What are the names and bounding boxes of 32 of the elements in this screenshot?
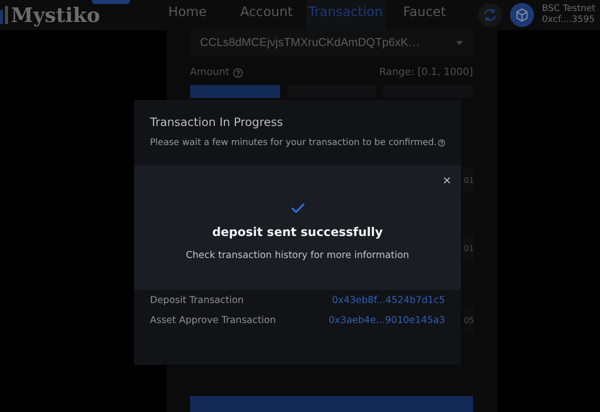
- range-text: Range: [0.1, 1000]: [379, 67, 473, 78]
- nav-tab[interactable]: Faucet: [385, 0, 464, 30]
- dialog-message: Please wait a few minutes for your transaction to be confirmed.: [150, 138, 437, 148]
- refresh-icon[interactable]: [478, 3, 502, 27]
- submit-button[interactable]: [190, 396, 473, 412]
- check-icon: [290, 203, 304, 213]
- nav-tab[interactable]: Transaction: [306, 0, 385, 30]
- dialog-title: Transaction In Progress: [150, 115, 284, 129]
- network-name: BSC Testnet: [542, 4, 596, 15]
- input-field[interactable]: 01: [463, 235, 474, 261]
- cube-icon[interactable]: [510, 3, 534, 27]
- caret-icon: [456, 41, 463, 45]
- toast-title: deposit sent successfully: [212, 225, 383, 239]
- input-field[interactable]: 05: [463, 307, 474, 333]
- transaction-link[interactable]: 0x43eb8f...4524b7d1c5: [332, 295, 445, 306]
- row-label: Asset Approve Transaction: [150, 315, 276, 326]
- nav-tab[interactable]: Home: [148, 0, 227, 30]
- nav-tab[interactable]: Account: [227, 0, 306, 30]
- toast-message: Check transaction history for more information: [186, 250, 410, 261]
- help-icon: [233, 68, 244, 78]
- token-select[interactable]: CCLs8dMCEjvjsTMXruCKdAmDQTp6xK…: [190, 30, 473, 56]
- amount-option[interactable]: [190, 85, 280, 98]
- amount-label: Amount: [190, 67, 230, 78]
- logo-icon: [0, 6, 8, 24]
- row-label: Deposit Transaction: [150, 295, 244, 306]
- transaction-link[interactable]: 0x3aeb4e...9010e145a3: [328, 315, 445, 326]
- help-icon: [438, 138, 445, 148]
- logo-text: Mystiko: [11, 3, 100, 27]
- input-field[interactable]: 01: [463, 167, 474, 193]
- close-button[interactable]: ×: [442, 172, 451, 188]
- tag-badge: [92, 0, 130, 4]
- wallet-address[interactable]: 0xcf....3595: [542, 15, 596, 26]
